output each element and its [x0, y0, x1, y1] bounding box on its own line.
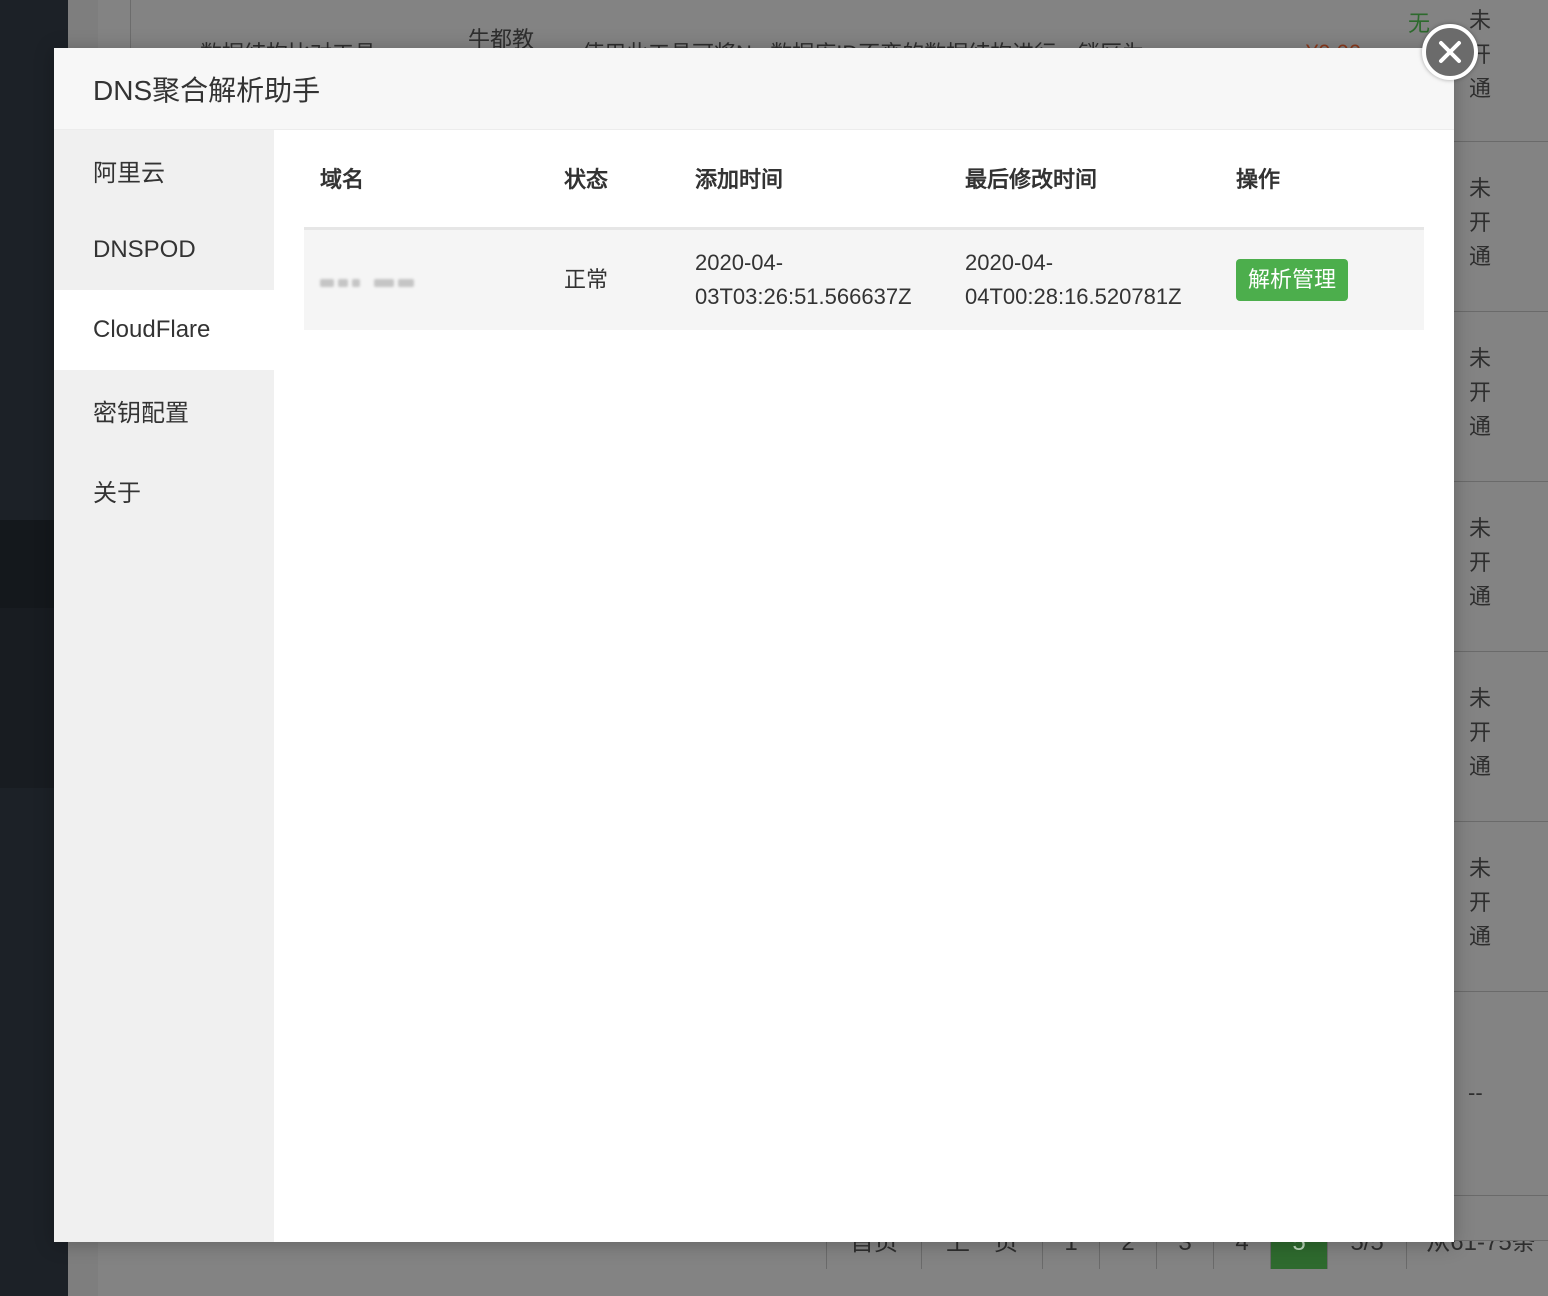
- modal-header: DNS聚合解析助手: [54, 48, 1454, 130]
- nav-item-key-config[interactable]: 密钥配置: [54, 370, 274, 450]
- background-row-divider: [1454, 311, 1548, 312]
- background-status-cell: 未开通: [1468, 176, 1491, 269]
- background-page-1: 1: [1042, 1241, 1099, 1269]
- nav-item-about[interactable]: 关于: [54, 450, 274, 530]
- background-empty-cell: --: [1468, 1080, 1483, 1105]
- background-page-first: 首页: [826, 1241, 921, 1269]
- domain-table: 域名 状态 添加时间 最后修改时间 操作 正常 2020-04- 03T03:2…: [304, 130, 1424, 330]
- nav-item-cloudflare[interactable]: CloudFlare: [54, 290, 274, 370]
- header-actions: 操作: [1220, 130, 1424, 230]
- nav-item-label: 关于: [93, 479, 141, 507]
- header-domain: 域名: [304, 130, 548, 230]
- nav-item-dnspod[interactable]: DNSPOD: [54, 210, 274, 290]
- background-page-3: 3: [1156, 1241, 1213, 1269]
- header-status: 状态: [548, 130, 679, 230]
- cell-domain: [304, 228, 548, 330]
- cell-modified-time: 2020-04- 04T00:28:16.520781Z: [949, 228, 1220, 330]
- close-modal-button[interactable]: [1422, 24, 1478, 80]
- background-row-divider: [1454, 651, 1548, 652]
- background-row-divider: [1454, 481, 1548, 482]
- header-modified-time: 最后修改时间: [949, 130, 1220, 230]
- background-status-cell: 未开通: [1468, 516, 1491, 609]
- background-page-2: 2: [1099, 1241, 1156, 1269]
- nav-item-label: 阿里云: [93, 159, 165, 187]
- cell-actions: 解析管理: [1220, 228, 1424, 330]
- modified-time-line: 2020-04-: [965, 249, 1054, 275]
- blurred-domain-name: [320, 278, 414, 287]
- dns-helper-modal: DNS聚合解析助手 阿里云 DNSPOD CloudFlare 密钥配置 关于 …: [54, 48, 1454, 1242]
- background-status-cell: 未开通: [1468, 346, 1491, 439]
- background-pagination: 首页 上一页 1 2 3 4 5 5/5 从61-75条: [826, 1240, 1548, 1269]
- nav-item-label: DNSPOD: [93, 236, 196, 263]
- cell-status: 正常: [548, 228, 679, 330]
- modal-title: DNS聚合解析助手: [93, 74, 321, 106]
- background-row-divider: [1454, 1195, 1548, 1196]
- nav-item-aliyun[interactable]: 阿里云: [54, 130, 274, 210]
- background-row-divider: [1454, 991, 1548, 992]
- background-row-divider: [1454, 141, 1548, 142]
- added-time-line: 2020-04-: [695, 249, 784, 275]
- close-icon: [1439, 41, 1461, 63]
- background-page-count: 5/5: [1327, 1241, 1406, 1269]
- modified-time-line: 04T00:28:16.520781Z: [965, 283, 1182, 309]
- cell-added-time: 2020-04- 03T03:26:51.566637Z: [679, 228, 949, 330]
- background-page-range: 从61-75条: [1406, 1241, 1548, 1269]
- added-time-line: 03T03:26:51.566637Z: [695, 283, 912, 309]
- domain-list-panel: 域名 状态 添加时间 最后修改时间 操作 正常 2020-04- 03T03:2…: [304, 130, 1424, 330]
- background-row-divider: [1454, 821, 1548, 822]
- background-status-cell: 未开通: [1468, 686, 1491, 779]
- background-page-5: 5: [1270, 1241, 1327, 1269]
- background-page-prev: 上一页: [921, 1241, 1042, 1269]
- nav-item-label: 密钥配置: [93, 399, 189, 427]
- resolve-manage-button[interactable]: 解析管理: [1236, 258, 1349, 301]
- table-row: 正常 2020-04- 03T03:26:51.566637Z 2020-04-…: [304, 228, 1424, 330]
- header-added-time: 添加时间: [679, 130, 949, 230]
- table-header-row: 域名 状态 添加时间 最后修改时间 操作: [304, 130, 1424, 230]
- background-status-cell: 未开通: [1468, 856, 1491, 949]
- modal-body: 阿里云 DNSPOD CloudFlare 密钥配置 关于 域名 状态 添加时间…: [54, 130, 1454, 1242]
- nav-item-label: CloudFlare: [93, 316, 211, 343]
- background-divider: [130, 0, 131, 48]
- background-page-4: 4: [1213, 1241, 1270, 1269]
- background-row-badge: 无: [1408, 11, 1431, 36]
- provider-nav: 阿里云 DNSPOD CloudFlare 密钥配置 关于: [54, 130, 274, 1242]
